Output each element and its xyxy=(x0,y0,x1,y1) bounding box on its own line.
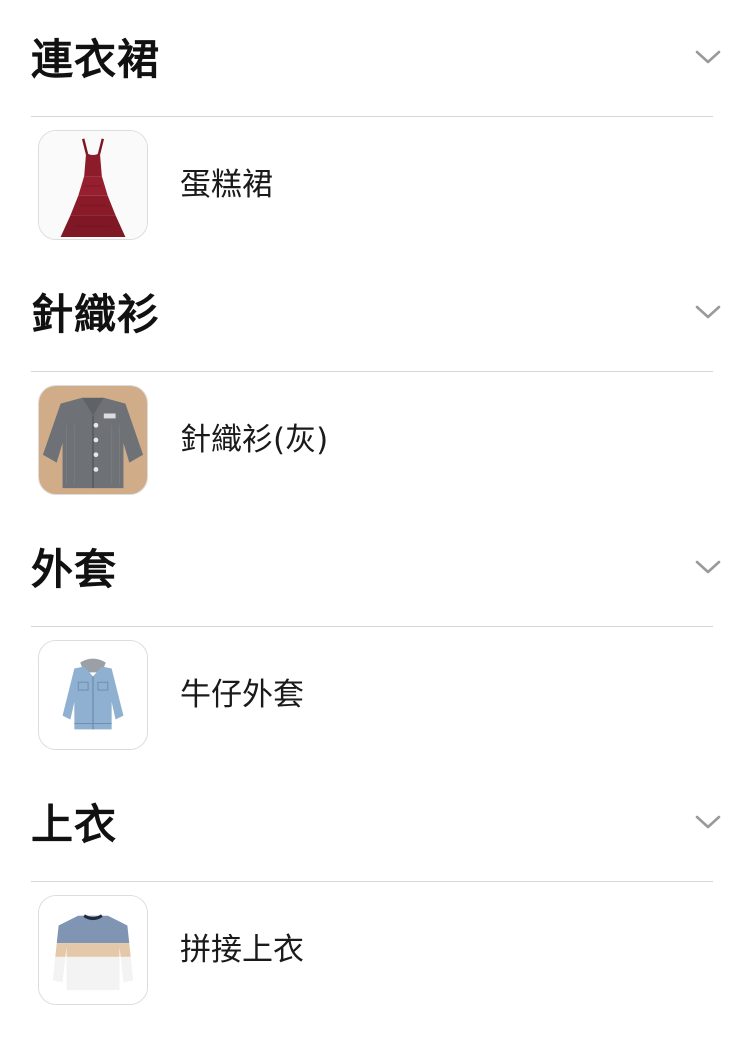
gray-cardigan-thumbnail xyxy=(38,385,148,495)
color-block-sweater-thumbnail xyxy=(38,895,148,1005)
category-header-dresses[interactable]: 連衣裙 xyxy=(0,0,742,117)
list-item-cake-skirt[interactable]: 蛋糕裙 xyxy=(0,117,742,255)
chevron-down-icon[interactable] xyxy=(694,557,722,577)
chevron-down-icon[interactable] xyxy=(694,302,722,322)
category-header-tops[interactable]: 上衣 xyxy=(0,765,742,882)
list-item-color-block-top[interactable]: 拼接上衣 xyxy=(0,882,742,1020)
chevron-down-icon[interactable] xyxy=(694,812,722,832)
category-title: 連衣裙 xyxy=(31,35,161,84)
item-label: 牛仔外套 xyxy=(180,677,304,713)
category-title: 上衣 xyxy=(31,800,118,849)
red-dress-thumbnail xyxy=(38,130,148,240)
list-item-denim-jacket[interactable]: 牛仔外套 xyxy=(0,627,742,765)
category-section-tops: 上衣 拼接上衣 xyxy=(0,765,742,1020)
category-header-knitwear[interactable]: 針織衫 xyxy=(0,255,742,372)
item-label: 針織衫(灰) xyxy=(180,422,329,458)
wardrobe-category-list: 連衣裙 蛋糕裙 針織衫 針織衫(灰) 外套 牛仔外套 上衣 拼接上衣 xyxy=(0,0,742,1020)
category-section-dresses: 連衣裙 蛋糕裙 xyxy=(0,0,742,255)
category-title: 外套 xyxy=(31,545,118,594)
category-section-knitwear: 針織衫 針織衫(灰) xyxy=(0,255,742,510)
chevron-down-icon[interactable] xyxy=(694,47,722,67)
item-label: 蛋糕裙 xyxy=(180,167,273,203)
item-label: 拼接上衣 xyxy=(180,932,304,968)
category-title: 針織衫 xyxy=(31,290,161,339)
denim-jacket-thumbnail xyxy=(38,640,148,750)
category-header-outerwear[interactable]: 外套 xyxy=(0,510,742,627)
category-section-outerwear: 外套 牛仔外套 xyxy=(0,510,742,765)
list-item-gray-cardigan[interactable]: 針織衫(灰) xyxy=(0,372,742,510)
